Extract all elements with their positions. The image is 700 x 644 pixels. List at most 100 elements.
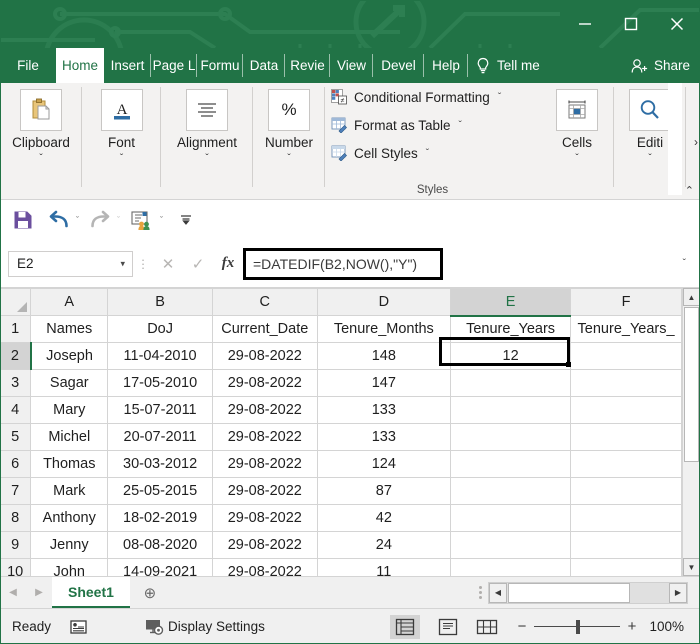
cell-e8[interactable] bbox=[451, 505, 571, 532]
horizontal-scrollbar[interactable]: ◀ ▶ bbox=[488, 582, 688, 604]
cell-e3[interactable] bbox=[451, 370, 571, 397]
cell-d7[interactable]: 87 bbox=[317, 478, 450, 505]
cell-f2[interactable] bbox=[571, 343, 682, 370]
tab-insert[interactable]: Insert bbox=[104, 48, 151, 83]
next-sheet-button[interactable]: ▶ bbox=[26, 587, 52, 598]
number-button[interactable]: % bbox=[268, 89, 310, 131]
clipboard-chevron-icon[interactable]: ˇ bbox=[0, 154, 82, 164]
cell-c5[interactable]: 29-08-2022 bbox=[212, 424, 317, 451]
cancel-formula-button[interactable]: ✕ bbox=[153, 255, 183, 273]
page-break-view-button[interactable] bbox=[476, 618, 498, 636]
cell-f10[interactable] bbox=[571, 559, 682, 577]
scroll-up-button[interactable]: ▲ bbox=[683, 288, 700, 306]
name-box[interactable]: E2 ▾ bbox=[8, 251, 133, 277]
cell-d4[interactable]: 133 bbox=[317, 397, 450, 424]
zoom-out-button[interactable]: − bbox=[516, 618, 528, 635]
tell-me-box[interactable]: Tell me bbox=[468, 48, 550, 83]
tab-home[interactable]: Home bbox=[56, 48, 104, 83]
conditional-formatting-button[interactable]: ≠ Conditional Formatting ˇ bbox=[331, 89, 501, 105]
cell-b9[interactable]: 08-08-2020 bbox=[108, 532, 213, 559]
spreadsheet-grid[interactable]: A B C D E F 1 Names DoJ Current_Date Ten… bbox=[0, 288, 700, 576]
cell-e2[interactable]: 12 bbox=[451, 343, 571, 370]
tab-data[interactable]: Data bbox=[243, 48, 285, 83]
cell-a10[interactable]: John bbox=[31, 559, 108, 577]
normal-view-button[interactable] bbox=[390, 615, 420, 639]
zoom-level-label[interactable]: 100% bbox=[644, 619, 684, 634]
cells-button[interactable] bbox=[556, 89, 598, 131]
cell-d9[interactable]: 24 bbox=[317, 532, 450, 559]
scroll-left-button[interactable]: ◀ bbox=[489, 583, 507, 603]
zoom-slider[interactable] bbox=[534, 620, 620, 634]
column-header-d[interactable]: D bbox=[317, 289, 450, 316]
cell-a2[interactable]: Joseph bbox=[31, 343, 108, 370]
cell-c6[interactable]: 29-08-2022 bbox=[212, 451, 317, 478]
tab-developer[interactable]: Devel bbox=[373, 48, 424, 83]
cell-f7[interactable] bbox=[571, 478, 682, 505]
zoom-in-button[interactable]: + bbox=[626, 618, 638, 635]
column-header-e[interactable]: E bbox=[451, 289, 571, 316]
chevron-down-icon[interactable]: ▾ bbox=[120, 258, 125, 269]
row-header-1[interactable]: 1 bbox=[0, 316, 31, 343]
cell-c7[interactable]: 29-08-2022 bbox=[212, 478, 317, 505]
cell-d2[interactable]: 148 bbox=[317, 343, 450, 370]
ribbon-overflow-icon[interactable]: › bbox=[694, 135, 698, 149]
cell-c10[interactable]: 29-08-2022 bbox=[212, 559, 317, 577]
scroll-down-button[interactable]: ▼ bbox=[683, 558, 700, 576]
ribbon-group-cells[interactable]: Cells ˇ bbox=[540, 83, 614, 199]
cell-a3[interactable]: Sagar bbox=[31, 370, 108, 397]
select-all-corner[interactable] bbox=[0, 289, 31, 316]
cell-a1[interactable]: Names bbox=[31, 316, 108, 343]
column-header-a[interactable]: A bbox=[31, 289, 108, 316]
cell-f9[interactable] bbox=[571, 532, 682, 559]
undo-chevron-icon[interactable]: ˇ bbox=[72, 215, 83, 225]
cell-e4[interactable] bbox=[451, 397, 571, 424]
tab-page-layout[interactable]: Page L bbox=[151, 48, 197, 83]
cell-d8[interactable]: 42 bbox=[317, 505, 450, 532]
maximize-button[interactable] bbox=[608, 4, 654, 44]
row-header-3[interactable]: 3 bbox=[0, 370, 31, 397]
row-header-2[interactable]: 2 bbox=[0, 343, 31, 370]
row-header-10[interactable]: 10 bbox=[0, 559, 31, 577]
customize-qat-button[interactable] bbox=[175, 206, 197, 234]
cell-f6[interactable] bbox=[571, 451, 682, 478]
cell-c3[interactable]: 29-08-2022 bbox=[212, 370, 317, 397]
cell-b4[interactable]: 15-07-2011 bbox=[108, 397, 213, 424]
cell-a7[interactable]: Mark bbox=[31, 478, 108, 505]
accessibility-checker-button[interactable] bbox=[51, 618, 89, 636]
row-header-5[interactable]: 5 bbox=[0, 424, 31, 451]
minimize-button[interactable] bbox=[562, 4, 608, 44]
formula-input[interactable]: =DATEDIF(B2,NOW(),"Y") bbox=[243, 248, 443, 280]
number-chevron-icon[interactable]: ˇ bbox=[253, 154, 325, 164]
undo-button[interactable] bbox=[46, 206, 72, 234]
row-header-8[interactable]: 8 bbox=[0, 505, 31, 532]
font-button[interactable]: A bbox=[101, 89, 143, 131]
fill-handle[interactable] bbox=[566, 362, 571, 367]
cell-b7[interactable]: 25-05-2015 bbox=[108, 478, 213, 505]
sheet-tab-sheet1[interactable]: Sheet1 bbox=[52, 577, 130, 608]
cell-a6[interactable]: Thomas bbox=[31, 451, 108, 478]
row-header-9[interactable]: 9 bbox=[0, 532, 31, 559]
share-button[interactable]: Share bbox=[631, 48, 700, 83]
cell-b3[interactable]: 17-05-2010 bbox=[108, 370, 213, 397]
cell-d10[interactable]: 11 bbox=[317, 559, 450, 577]
cell-c8[interactable]: 29-08-2022 bbox=[212, 505, 317, 532]
row-header-7[interactable]: 7 bbox=[0, 478, 31, 505]
close-button[interactable] bbox=[654, 4, 700, 44]
cell-d3[interactable]: 147 bbox=[317, 370, 450, 397]
sheet-tab-splitter[interactable] bbox=[479, 586, 488, 599]
ribbon-group-clipboard[interactable]: Clipboard ˇ bbox=[0, 83, 82, 199]
cell-f4[interactable] bbox=[571, 397, 682, 424]
cell-e7[interactable] bbox=[451, 478, 571, 505]
autosave-chevron-icon[interactable]: ˇ bbox=[156, 215, 167, 225]
cell-f5[interactable] bbox=[571, 424, 682, 451]
vertical-scrollbar[interactable]: ▲ ▼ bbox=[682, 288, 700, 576]
display-settings-button[interactable]: Display Settings bbox=[89, 618, 265, 636]
cell-c4[interactable]: 29-08-2022 bbox=[212, 397, 317, 424]
cell-b2[interactable]: 11-04-2010 bbox=[108, 343, 213, 370]
alignment-button[interactable] bbox=[186, 89, 228, 131]
ribbon-group-number[interactable]: % Number ˇ bbox=[253, 83, 325, 199]
cell-f8[interactable] bbox=[571, 505, 682, 532]
horizontal-scroll-thumb[interactable] bbox=[508, 583, 630, 603]
cell-e5[interactable] bbox=[451, 424, 571, 451]
vertical-scroll-thumb[interactable] bbox=[684, 307, 699, 462]
